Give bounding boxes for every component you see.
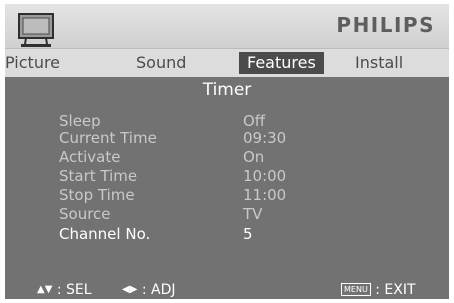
menu-item-label: Activate (59, 148, 121, 166)
exit-label: : EXIT (375, 282, 416, 298)
tab-features[interactable]: Features (239, 52, 324, 74)
left-right-arrow-icon: ◀▶ (122, 284, 138, 295)
adj-label: : ADJ (141, 282, 176, 298)
menu-item-stop-time[interactable]: Stop Time 11:00 (59, 186, 389, 205)
menu-item-current-time[interactable]: Current Time 09:30 (59, 129, 389, 148)
header-bar: PHILIPS (5, 4, 449, 48)
brand-logo: PHILIPS (336, 13, 435, 37)
tab-bar: Picture Sound Features Install (5, 48, 449, 77)
menu-item-channel-no[interactable]: Channel No. 5 (59, 225, 389, 244)
menu-item-value: 11:00 (243, 186, 287, 204)
exit-hint: MENU : EXIT (341, 282, 416, 298)
menu-item-label: Source (59, 205, 111, 223)
menu-item-start-time[interactable]: Start Time 10:00 (59, 167, 389, 186)
menu-item-value: 10:00 (243, 167, 287, 185)
menu-title: Timer (202, 80, 252, 100)
menu-item-value: Off (243, 112, 266, 130)
osd-menu: PHILIPS Picture Sound Features Install T… (5, 4, 449, 299)
menu-item-label: Channel No. (59, 225, 151, 243)
tab-picture[interactable]: Picture (5, 52, 60, 74)
menu-item-source[interactable]: Source TV (59, 205, 389, 224)
adj-hint: ◀▶ : ADJ (122, 282, 176, 298)
menu-item-value: On (243, 148, 265, 166)
tab-install[interactable]: Install (355, 52, 403, 74)
menu-item-activate[interactable]: Activate On (59, 148, 389, 167)
sel-hint: ▲▼ : SEL (37, 282, 92, 298)
menu-item-label: Sleep (59, 112, 101, 130)
footer-help: ▲▼ : SEL ◀▶ : ADJ MENU : EXIT (5, 282, 449, 299)
menu-item-label: Start Time (59, 167, 138, 185)
tab-sound[interactable]: Sound (136, 52, 186, 74)
menu-item-value: TV (243, 205, 263, 223)
up-down-arrow-icon: ▲▼ (37, 284, 53, 295)
menu-key-icon: MENU (341, 283, 371, 296)
menu-item-value: 09:30 (243, 129, 287, 147)
tv-icon (18, 13, 54, 47)
menu-item-value: 5 (243, 225, 253, 243)
menu-item-label: Current Time (59, 129, 157, 147)
menu-item-label: Stop Time (59, 186, 135, 204)
sel-label: : SEL (56, 282, 92, 298)
